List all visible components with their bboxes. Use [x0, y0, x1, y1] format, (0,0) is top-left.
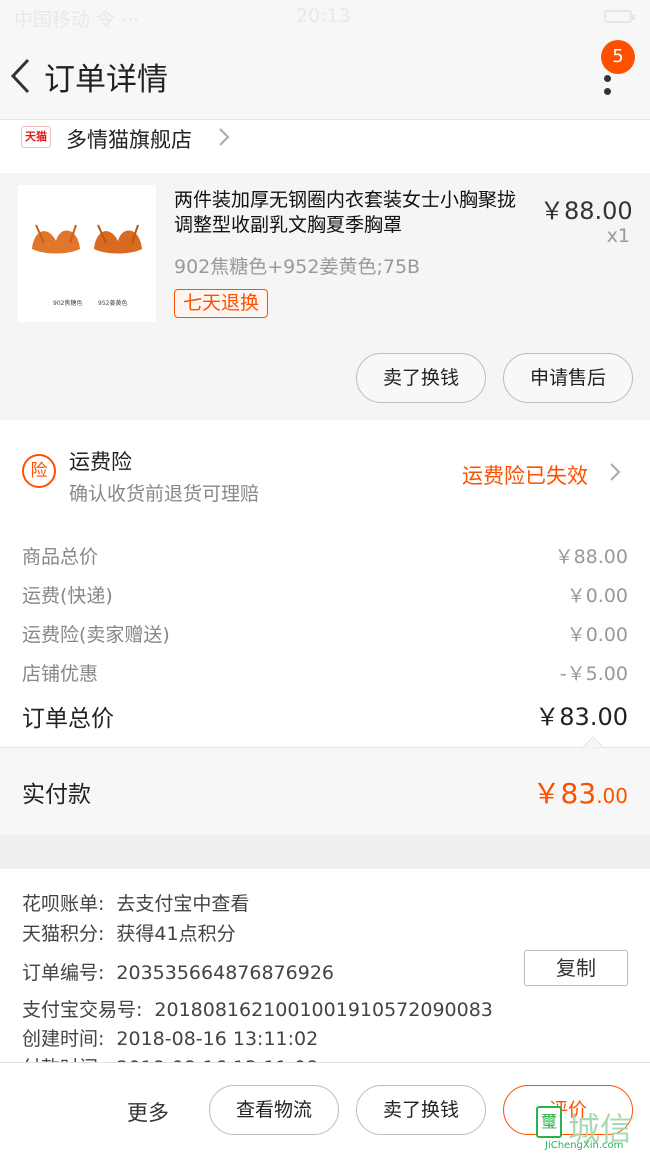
- page-title: 订单详情: [44, 62, 168, 98]
- notification-badge: 5: [601, 40, 635, 74]
- clock-text: 20:13: [296, 5, 351, 27]
- huabei-row: 花呗账单: 去支付宝中查看: [22, 889, 249, 916]
- order-total-label: 订单总价: [22, 706, 114, 732]
- alipay-label: 支付宝交易号:: [22, 999, 143, 1021]
- created-label: 创建时间:: [22, 1028, 105, 1050]
- points-row: 天猫积分: 获得41点积分: [22, 919, 236, 946]
- back-arrow-icon[interactable]: [8, 56, 34, 96]
- shop-discount-label: 店铺优惠: [22, 663, 99, 685]
- section-gap: [0, 835, 650, 869]
- chevron-right-icon[interactable]: [606, 460, 624, 484]
- thumb-caption-1: 902焦糖色: [53, 300, 83, 307]
- shop-discount-value: -￥5.00: [559, 663, 628, 685]
- chevron-right-icon: [219, 128, 230, 146]
- created-row: 创建时间: 2018-08-16 13:11:02: [22, 1024, 318, 1051]
- battery-icon: [604, 10, 635, 23]
- points-label: 天猫积分:: [22, 923, 105, 945]
- huabei-label: 花呗账单:: [22, 893, 105, 915]
- shipping-value: ￥0.00: [566, 585, 628, 607]
- watermark-site: JiChengXin.com: [545, 1140, 624, 1151]
- status-bar: 中国移动 令 ··· 20:13: [0, 0, 650, 36]
- watermark-logo-icon: 璽: [536, 1106, 562, 1138]
- insurance-title: 运费险: [69, 450, 132, 474]
- insurance-subtitle: 确认收货前退货可理赔: [69, 483, 260, 505]
- alipay-row: 支付宝交易号: 2018081621001001910572090083: [22, 995, 493, 1022]
- shop-name-link[interactable]: 多情猫旗舰店: [66, 124, 192, 154]
- subtotal-label: 商品总价: [22, 546, 99, 568]
- notch-arrow: [582, 736, 604, 748]
- copy-button[interactable]: 复制: [524, 950, 628, 986]
- alipay-value: 2018081621001001910572090083: [154, 999, 493, 1021]
- paid-label: 实付款: [22, 782, 91, 808]
- shipping-label: 运费(快递): [22, 585, 113, 607]
- insurance-status-link[interactable]: 运费险已失效: [462, 460, 588, 490]
- huabei-link[interactable]: 去支付宝中查看: [116, 893, 249, 915]
- insurance-icon: 险: [22, 454, 56, 488]
- paid-amount: ￥83.00: [533, 772, 628, 812]
- carrier-text: 中国移动 令 ···: [14, 9, 140, 31]
- product-thumbnail[interactable]: 902焦糖色 952姜黄色: [18, 185, 156, 322]
- bra-image: [32, 224, 142, 254]
- thumb-caption-2: 952姜黄色: [98, 300, 128, 307]
- view-logistics-button[interactable]: 查看物流: [209, 1085, 339, 1135]
- order-total-value: ￥83.00: [535, 703, 628, 731]
- product-quantity: x1: [606, 225, 630, 247]
- shipping-insurance-label: 运费险(卖家赠送): [22, 624, 170, 646]
- paid-amount-dec: .00: [596, 784, 628, 808]
- nav-header: 订单详情: [0, 36, 650, 120]
- paid-amount-int: ￥83: [532, 777, 597, 810]
- points-value: 获得41点积分: [116, 923, 236, 945]
- order-number-row: 订单编号: 203535664876876926: [22, 958, 334, 985]
- subtotal-value: ￥88.00: [554, 546, 628, 568]
- return-policy-tag: 七天退换: [174, 289, 269, 318]
- created-value: 2018-08-16 13:11:02: [116, 1028, 319, 1050]
- sell-for-cash-button[interactable]: 卖了换钱: [356, 353, 486, 403]
- product-sku: 902焦糖色+952姜黄色;75B: [174, 256, 421, 278]
- sell-for-cash-button[interactable]: 卖了换钱: [356, 1085, 486, 1135]
- order-number-value: 203535664876876926: [116, 962, 334, 984]
- shipping-insurance-value: ￥0.00: [566, 624, 628, 646]
- product-title[interactable]: 两件装加厚无钢圈内衣套装女士小胸聚拢调整型收副乳文胸夏季胸罩: [174, 188, 534, 238]
- after-sales-button[interactable]: 申请售后: [503, 353, 633, 403]
- product-price: ￥88.00: [540, 197, 633, 225]
- order-number-label: 订单编号:: [22, 962, 105, 984]
- tmall-logo-icon: 天猫: [21, 126, 51, 148]
- more-button[interactable]: 更多: [127, 1097, 169, 1127]
